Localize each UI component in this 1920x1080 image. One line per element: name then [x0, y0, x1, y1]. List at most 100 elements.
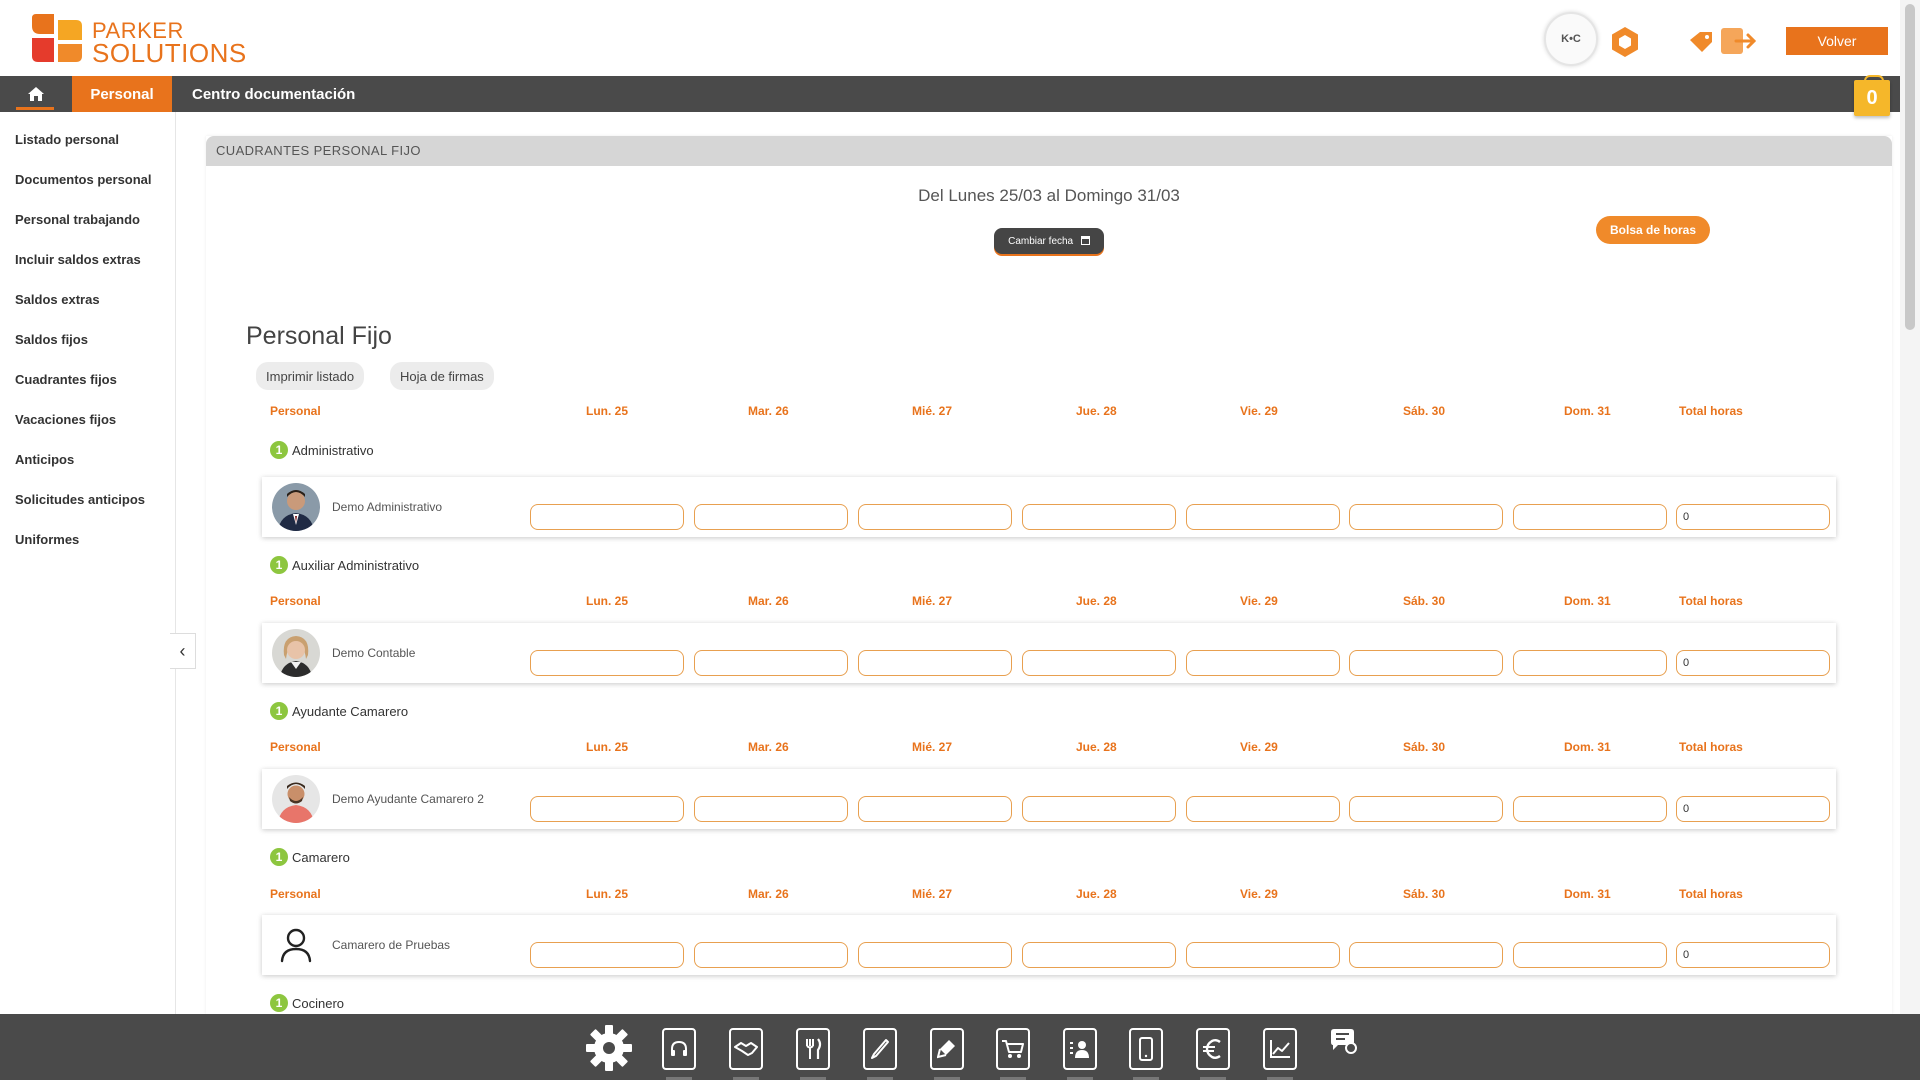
hours-input-lun[interactable]: [530, 942, 684, 968]
hours-input-sab[interactable]: [1349, 942, 1503, 968]
hours-input-jue[interactable]: [1022, 650, 1176, 676]
employee-photo: [272, 775, 320, 823]
col-sab: Sáb. 30: [1403, 887, 1446, 901]
sidebar-item-saldos-fijos[interactable]: Saldos fijos: [0, 320, 175, 360]
page-scrollbar[interactable]: [1900, 0, 1920, 1014]
chart-icon-frame: [1263, 1028, 1297, 1070]
group-count-badge: 1: [270, 994, 288, 1012]
employee-name[interactable]: Demo Ayudante Camarero 2: [332, 769, 484, 829]
hours-input-mie[interactable]: [858, 650, 1012, 676]
hours-input-mar[interactable]: [694, 504, 848, 530]
nav-tab-personal[interactable]: Personal: [72, 76, 172, 112]
hours-input-lun[interactable]: [530, 504, 684, 530]
sidebar-item-saldos-extras[interactable]: Saldos extras: [0, 280, 175, 320]
col-lun: Lun. 25: [586, 404, 629, 418]
sidebar-collapse-button[interactable]: ‹: [170, 633, 196, 669]
sidebar-item-incluir-saldos-extras[interactable]: Incluir saldos extras: [0, 240, 175, 280]
cambiar-fecha-label: Cambiar fecha: [1008, 235, 1074, 247]
chat-icon[interactable]: [1328, 1026, 1358, 1056]
hours-input-jue[interactable]: [1022, 504, 1176, 530]
hours-input-mar[interactable]: [694, 650, 848, 676]
hours-input-vie[interactable]: [1186, 504, 1340, 530]
hours-input-lun[interactable]: [530, 650, 684, 676]
hours-input-sab[interactable]: [1349, 650, 1503, 676]
sidebar-item-personal-trabajando[interactable]: Personal trabajando: [0, 200, 175, 240]
handshake-icon[interactable]: [727, 1026, 765, 1080]
employee-name[interactable]: Camarero de Pruebas: [332, 915, 450, 975]
volver-button[interactable]: Volver: [1786, 27, 1888, 55]
sidebar-item-listado-personal[interactable]: Listado personal: [0, 120, 175, 160]
bolsa-de-horas-button[interactable]: Bolsa de horas: [1596, 216, 1710, 244]
hexagon-icon[interactable]: [1610, 26, 1640, 58]
hours-input-lun[interactable]: [530, 796, 684, 822]
total-hours-input[interactable]: [1676, 942, 1830, 968]
employee-name[interactable]: Demo Contable: [332, 623, 415, 683]
hours-input-dom[interactable]: [1513, 650, 1667, 676]
hoja-de-firmas-button[interactable]: Hoja de firmas: [390, 362, 494, 390]
employee-row[interactable]: Demo Contable: [262, 623, 1836, 683]
employee-row[interactable]: Demo Administrativo: [262, 477, 1836, 537]
logo-text: PARKER SOLUTIONS: [92, 20, 247, 67]
hours-input-dom[interactable]: [1513, 796, 1667, 822]
hours-input-mie[interactable]: [858, 504, 1012, 530]
nav-tab-centro-documentacion[interactable]: Centro documentación: [192, 76, 355, 112]
calendar-icon: [1080, 235, 1090, 245]
employee-name[interactable]: Demo Administrativo: [332, 477, 442, 537]
cutlery-icon-frame: [796, 1028, 830, 1070]
headset-icon[interactable]: [660, 1026, 698, 1080]
sidebar-item-vacaciones-fijos[interactable]: Vacaciones fijos: [0, 400, 175, 440]
marker-icon[interactable]: [928, 1026, 966, 1080]
chart-glyph: [1270, 1040, 1290, 1058]
sidebar-item-cuadrantes-fijos[interactable]: Cuadrantes fijos: [0, 360, 175, 400]
column-header-row: Personal Lun. 25 Mar. 26 Mié. 27 Jue. 28…: [206, 594, 1892, 614]
cutlery-icon[interactable]: [794, 1026, 832, 1080]
tag-icon[interactable]: [1688, 30, 1714, 54]
cart-badge[interactable]: 0: [1854, 75, 1890, 116]
pen-icon[interactable]: [861, 1026, 899, 1080]
group-count-badge: 1: [270, 556, 288, 574]
imprimir-listado-button[interactable]: Imprimir listado: [256, 362, 365, 390]
cambiar-fecha-button[interactable]: Cambiar fecha: [994, 228, 1104, 254]
hours-input-sab[interactable]: [1349, 796, 1503, 822]
sidebar-item-uniformes[interactable]: Uniformes: [0, 520, 175, 560]
gear-icon[interactable]: [584, 1023, 634, 1073]
hours-input-vie[interactable]: [1186, 796, 1340, 822]
parker-solutions-logo[interactable]: PARKER SOLUTIONS: [30, 12, 246, 68]
column-header-row: Personal Lun. 25 Mar. 26 Mié. 27 Jue. 28…: [206, 740, 1892, 760]
hours-input-dom[interactable]: [1513, 504, 1667, 530]
nav-home[interactable]: [0, 76, 72, 112]
sidebar-item-solicitudes-anticipos[interactable]: Solicitudes anticipos: [0, 480, 175, 520]
marker-icon-frame: [930, 1028, 964, 1070]
hours-input-mie[interactable]: [858, 796, 1012, 822]
mobile-icon[interactable]: [1127, 1026, 1165, 1080]
employee-row[interactable]: Camarero de Pruebas: [262, 915, 1836, 975]
hours-input-vie[interactable]: [1186, 942, 1340, 968]
chart-icon[interactable]: [1261, 1026, 1299, 1080]
hours-input-vie[interactable]: [1186, 650, 1340, 676]
sidebar: Listado personal Documentos personal Per…: [0, 112, 176, 1014]
logout-icon[interactable]: [1720, 26, 1758, 56]
scrollbar-thumb[interactable]: [1905, 4, 1915, 330]
sidebar-item-documentos-personal[interactable]: Documentos personal: [0, 160, 175, 200]
total-hours-input[interactable]: [1676, 504, 1830, 530]
group-name: Ayudante Camarero: [292, 703, 409, 719]
cart-icon[interactable]: [994, 1026, 1032, 1080]
hours-input-sab[interactable]: [1349, 504, 1503, 530]
group-label: 1 Administrativo: [270, 440, 374, 460]
hours-input-jue[interactable]: [1022, 796, 1176, 822]
sidebar-item-anticipos[interactable]: Anticipos: [0, 440, 175, 480]
total-hours-input[interactable]: [1676, 796, 1830, 822]
employee-row[interactable]: Demo Ayudante Camarero 2: [262, 769, 1836, 829]
hours-input-jue[interactable]: [1022, 942, 1176, 968]
hours-input-mar[interactable]: [694, 942, 848, 968]
total-hours-input[interactable]: [1676, 650, 1830, 676]
col-personal: Personal: [270, 740, 321, 754]
company-avatar[interactable]: K•C: [1544, 12, 1598, 66]
contacts-icon[interactable]: [1061, 1026, 1099, 1080]
hours-input-dom[interactable]: [1513, 942, 1667, 968]
hours-input-mar[interactable]: [694, 796, 848, 822]
euro-icon[interactable]: [1194, 1026, 1232, 1080]
hours-input-mie[interactable]: [858, 942, 1012, 968]
col-jue: Jue. 28: [1076, 740, 1117, 754]
col-sab: Sáb. 30: [1403, 594, 1446, 608]
